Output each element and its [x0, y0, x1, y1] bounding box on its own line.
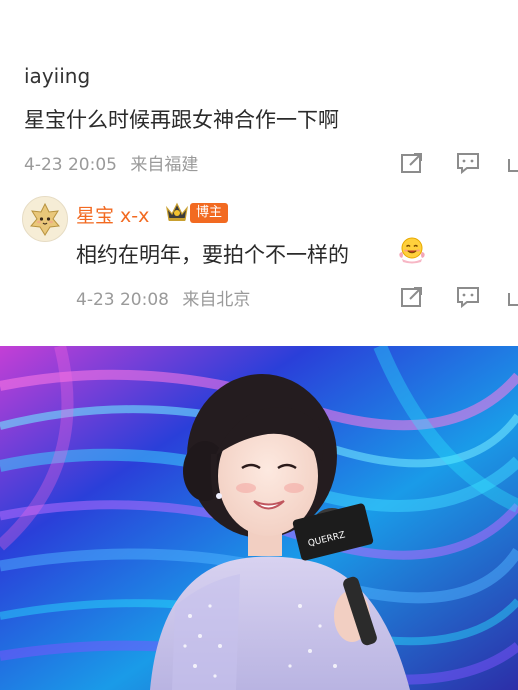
comment-location: 来自福建	[130, 155, 199, 175]
comment-username[interactable]: iayiing	[24, 64, 90, 88]
like-icon[interactable]	[506, 151, 518, 175]
page: iayiing 星宝什么时候再跟女神合作一下啊 4-23 20:05 来自福建	[0, 0, 518, 690]
share-icon[interactable]	[399, 151, 425, 175]
share-icon[interactable]	[399, 285, 425, 309]
smiling-emoji-icon	[396, 233, 428, 265]
blogger-avatar[interactable]	[22, 196, 68, 242]
reply-meta: 4-23 20:08 来自北京	[76, 285, 250, 310]
comment-icon[interactable]	[455, 151, 481, 175]
reply-text: 相约在明年，要拍个不一样的	[76, 243, 349, 267]
blogger-badge: 博主	[190, 203, 229, 223]
comment-timestamp: 4-23 20:05	[24, 155, 117, 175]
like-icon[interactable]	[506, 285, 518, 309]
comment-text: 星宝什么时候再跟女神合作一下啊	[24, 108, 339, 132]
comment-meta: 4-23 20:05 来自福建	[24, 150, 198, 175]
event-photo: QUERRZ	[0, 346, 518, 690]
reply-location: 来自北京	[182, 290, 251, 310]
reply-timestamp: 4-23 20:08	[76, 290, 169, 310]
reply-username[interactable]: 星宝 x-x	[76, 201, 149, 228]
crown-icon	[164, 200, 190, 224]
comment-icon[interactable]	[455, 285, 481, 309]
